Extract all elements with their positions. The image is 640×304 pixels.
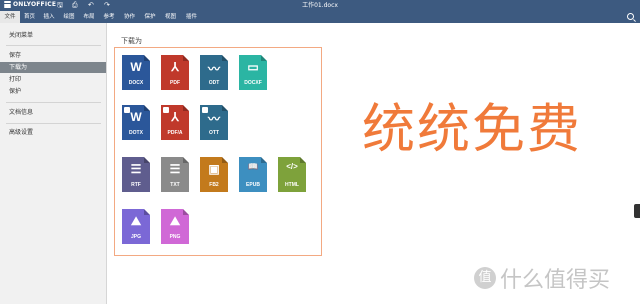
sidebar-item-protect[interactable]: 保护 [0, 86, 106, 97]
format-html-button[interactable]: </> HTML [277, 156, 307, 193]
format-ott-button[interactable]: 〰 OTT [199, 104, 229, 141]
format-docxf-button[interactable]: ▭ DOCXF [238, 54, 268, 91]
png-glyph-icon: ⛰ [169, 214, 181, 228]
format-label: PNG [169, 234, 181, 240]
document-title: 工作01.docx [302, 2, 338, 9]
file-menu-sidebar: 关闭菜单 保存 下载为 打印 保护 文档信息 高级设置 [0, 23, 107, 304]
rtf-glyph-icon: ☰ [130, 162, 142, 176]
format-label: DOCX [128, 80, 144, 86]
format-label: RTF [131, 182, 141, 188]
format-label: HTML [285, 182, 299, 188]
jpg-glyph-icon: ⛰ [130, 214, 142, 228]
format-fb2-button[interactable]: ▣ FB2 [199, 156, 229, 193]
sidebar-divider [6, 102, 101, 103]
format-pdf-button[interactable]: ⅄ PDF [160, 54, 190, 91]
panel-title: 下载为 [121, 37, 142, 45]
watermark: 值 什么值得买 [474, 262, 610, 294]
dotx-glyph-icon: W [130, 110, 142, 124]
pdfa-glyph-icon: ⅄ [171, 110, 179, 124]
title-bar: ONLYOFFICE 🖫 ⎙ ↶ ↷ 工作01.docx [0, 0, 640, 11]
format-label: DOTX [129, 130, 143, 136]
sidebar-divider [6, 45, 101, 46]
fb2-glyph-icon: ▣ [208, 162, 220, 176]
format-txt-button[interactable]: ☰ TXT [160, 156, 190, 193]
format-rtf-button[interactable]: ☰ RTF [121, 156, 151, 193]
tab-layout[interactable]: 布局 [79, 11, 99, 23]
format-label: ODT [208, 80, 220, 86]
sidebar-item-save[interactable]: 保存 [0, 50, 106, 61]
search-icon[interactable] [627, 13, 634, 20]
format-label: FB2 [209, 182, 219, 188]
watermark-text: 什么值得买 [500, 268, 611, 293]
format-pdfa-button[interactable]: ⅄ PDF/A [160, 104, 190, 141]
promo-caption: 统统免费 [362, 99, 582, 160]
tab-protection[interactable]: 保护 [140, 11, 160, 23]
tab-insert[interactable]: 插入 [39, 11, 59, 23]
format-odt-button[interactable]: 〰 ODT [199, 54, 229, 91]
docxf-glyph-icon: ▭ [247, 60, 259, 74]
format-label: PDF/A [167, 130, 183, 136]
pdf-glyph-icon: ⅄ [171, 60, 179, 74]
sidebar-item-print[interactable]: 打印 [0, 74, 106, 85]
menu-bar: 文件 首页 插入 绘图 布局 参考 协作 保护 视图 插件 [0, 11, 640, 23]
html-glyph-icon: </> [286, 162, 298, 171]
ott-glyph-icon: 〰 [207, 112, 220, 126]
tab-plugins[interactable]: 插件 [181, 11, 202, 23]
tab-view[interactable]: 视图 [160, 11, 181, 23]
format-dotx-button[interactable]: W DOTX [121, 104, 151, 141]
format-label: TXT [170, 182, 180, 188]
format-docx-button[interactable]: W DOCX [121, 54, 151, 91]
tab-home[interactable]: 首页 [20, 11, 39, 23]
docx-glyph-icon: W [130, 60, 142, 74]
format-epub-button[interactable]: 📖 EPUB [238, 156, 268, 193]
side-scroll-handle[interactable] [634, 204, 640, 218]
sidebar-item-advanced-settings[interactable]: 高级设置 [0, 127, 106, 138]
sidebar-item-close-menu[interactable]: 关闭菜单 [0, 30, 106, 41]
format-label: EPUB [246, 182, 260, 188]
tab-file[interactable]: 文件 [0, 11, 20, 23]
txt-glyph-icon: ☰ [169, 162, 181, 176]
watermark-badge: 值 [474, 267, 496, 289]
format-label: OTT [209, 130, 219, 136]
sidebar-divider [6, 123, 101, 124]
format-label: DOCXF [244, 80, 262, 86]
tab-draw[interactable]: 绘图 [59, 11, 79, 23]
tab-references[interactable]: 参考 [99, 11, 119, 23]
format-png-button[interactable]: ⛰ PNG [160, 208, 190, 245]
format-label: JPG [130, 234, 141, 240]
sidebar-item-document-info[interactable]: 文档信息 [0, 107, 106, 118]
format-jpg-button[interactable]: ⛰ JPG [121, 208, 151, 245]
sidebar-item-download-as[interactable]: 下载为 [0, 62, 106, 73]
tab-collaboration[interactable]: 协作 [119, 11, 140, 23]
odt-glyph-icon: 〰 [207, 62, 220, 76]
format-label: PDF [170, 80, 180, 86]
epub-glyph-icon: 📖 [248, 162, 258, 171]
